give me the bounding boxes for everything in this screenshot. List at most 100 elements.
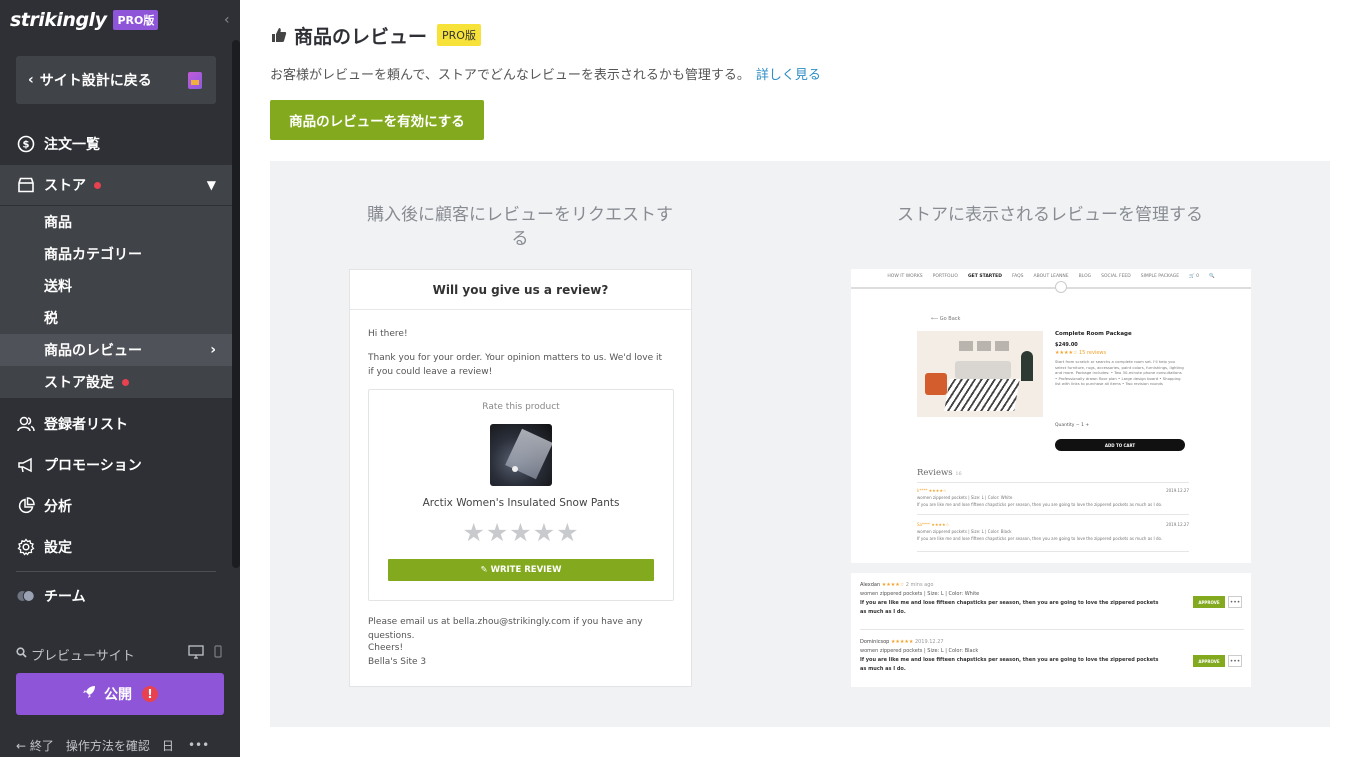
review-approval-list: Alexdan ★★★★☆ 2 mins ago women zippered … (851, 573, 1251, 687)
sidebar-item-team[interactable]: チーム (0, 576, 232, 616)
review-meta: women zippered pockets | Size: L | Color… (860, 591, 980, 597)
sidebar-item-analytics[interactable]: 分析 (0, 486, 232, 526)
publish-button[interactable]: 公開 ! (16, 673, 224, 715)
store-review-stars: k**** ★★★★☆ (917, 488, 947, 493)
store-review-date: 2019.12.27 (1166, 522, 1189, 527)
svg-text:$: $ (23, 140, 30, 151)
reviews-divider (917, 482, 1189, 483)
email-contact: Please email us at bella.zhou@strikingly… (368, 617, 643, 641)
arrow-left-icon: ← (16, 738, 27, 753)
sidebar-subitem-label: ストア設定 (44, 375, 114, 391)
add-to-cart-button: ADD TO CART (1055, 439, 1185, 451)
notification-dot (94, 181, 101, 189)
review-stars: ★★★★☆ (881, 582, 905, 588)
back-to-editor-button[interactable]: ‹ サイト設計に戻る (16, 56, 216, 104)
more-options-button[interactable]: ••• (1228, 655, 1242, 667)
preview-site-link[interactable]: プレビューサイト (16, 644, 226, 664)
sidebar-item-store[interactable]: ストア ▼ (0, 165, 232, 205)
quantity-stepper: Quantity − 1 + (1055, 423, 1090, 428)
chair (925, 373, 947, 395)
store-review-text: If you are like me and lose fifteen chap… (917, 536, 1163, 541)
approve-button[interactable]: APPROVE (1193, 596, 1225, 608)
product-image (490, 424, 552, 486)
store-nav-item: BLOG (1078, 273, 1092, 279)
store-product-description: Start from scratch or searchs a complete… (1055, 359, 1184, 386)
pending-review-row: Alexdan ★★★★☆ 2 mins ago women zippered … (860, 581, 1244, 617)
review-time: 2 mins ago (905, 582, 934, 588)
exit-link[interactable]: ← 終了 (16, 737, 54, 754)
sidebar-subitem-categories[interactable]: 商品カテゴリー (0, 238, 232, 270)
store-product-price: $249.00 (1055, 342, 1078, 348)
review-text: If you are like me and lose fifteen chap… (860, 657, 1159, 672)
brand-logo[interactable]: strikingly (10, 9, 107, 31)
pending-review-row: Dominicsop ★★★★★ 2019.12.27 women zipper… (860, 638, 1244, 674)
approve-button[interactable]: APPROVE (1193, 655, 1225, 667)
more-options-button[interactable]: ••• (1228, 596, 1242, 608)
sidebar-subitem-shipping[interactable]: 送料 (0, 270, 232, 302)
thumbs-up-icon (270, 26, 288, 44)
write-review-button[interactable]: ✎ WRITE REVIEW (388, 559, 654, 581)
warning-icon: ! (142, 686, 158, 702)
collapse-sidebar-icon[interactable]: ‹ (224, 12, 238, 28)
sidebar-item-label: ストア (44, 178, 86, 194)
gear-icon (16, 537, 36, 557)
review-stars: ★★★★★ (890, 639, 914, 645)
enable-reviews-button[interactable]: 商品のレビューを有効にする (270, 100, 484, 140)
feature-showcase-panel: 購入後に顧客にレビューをリクエストする ストアに表示されるレビューを管理する W… (270, 161, 1330, 727)
chevron-down-icon: ▼ (206, 178, 216, 192)
search-icon (16, 646, 27, 662)
store-nav-item: FAQS (1011, 273, 1024, 279)
store-header-divider (851, 287, 1251, 289)
rocket-icon (82, 685, 96, 703)
store-icon (16, 175, 36, 195)
preview-site-label: プレビューサイト (31, 648, 135, 664)
sidebar-item-label: 登録者リスト (44, 417, 128, 433)
reviewer-name: Dominicsop (860, 639, 890, 645)
sidebar-subitem-products[interactable]: 商品 (0, 206, 232, 238)
store-nav-item: SIMPLE PACKAGE (1140, 273, 1180, 279)
sidebar-item-promotion[interactable]: プロモーション (0, 445, 232, 485)
rug (944, 379, 1020, 411)
email-greeting: Hi there! (368, 329, 408, 339)
review-meta: women zippered pockets | Size: L | Color… (860, 648, 979, 654)
room-product-image (917, 331, 1043, 417)
store-review-meta: women zippered pockets | Size: L | Color… (917, 529, 1012, 534)
sidebar-item-subscribers[interactable]: 登録者リスト (0, 404, 232, 444)
megaphone-icon (16, 455, 36, 475)
store-logo (1055, 281, 1067, 293)
more-menu-icon[interactable]: ••• (188, 738, 209, 752)
store-review-stars: Sa**** ★★★★☆ (917, 522, 950, 527)
sidebar-bottom-bar: ← 終了 操作方法を確認 日 ••• (16, 736, 232, 754)
sidebar-subitem-label: 送料 (44, 279, 72, 295)
store-reviews-preview: HOW IT WORKS PORTFOLIO GET STARTED FAQS … (851, 269, 1251, 563)
app-root: strikingly PRO版 ‹ ‹ サイト設計に戻る $ 注文一覧 ストア … (0, 0, 1354, 757)
email-signature: Bella's Site 3 (368, 657, 427, 667)
mobile-icon[interactable] (214, 645, 222, 663)
sidebar-item-orders[interactable]: $ 注文一覧 (0, 124, 232, 164)
publish-label: 公開 (104, 687, 132, 703)
reviewer-name: Alexdan (860, 582, 881, 588)
store-review-meta: women zippered pockets | Size: L | Color… (917, 495, 1013, 500)
product-name: Arctix Women's Insulated Snow Pants (422, 497, 620, 509)
sidebar-subitem-store-settings[interactable]: ストア設定 (0, 366, 232, 398)
team-avatars-icon (16, 586, 36, 606)
go-back-link: ⟵ Go Back (931, 316, 961, 322)
language-switch[interactable]: 日 (162, 737, 174, 754)
help-link[interactable]: 操作方法を確認 (66, 737, 150, 754)
sidebar-item-settings[interactable]: 設定 (0, 527, 232, 567)
reviews-count: 16 (955, 471, 962, 477)
email-header: Will you give us a review? (350, 270, 691, 310)
star-rating[interactable]: ★★★★★ (369, 518, 673, 547)
description-text: お客様がレビューを頼んで、ストアでどんなレビューを表示されるかも管理する。 (270, 68, 750, 83)
sidebar-scrollbar[interactable] (232, 40, 240, 568)
sidebar-subitem-tax[interactable]: 税 (0, 302, 232, 334)
sidebar-subitem-reviews[interactable]: 商品のレビュー › (0, 334, 232, 366)
pro-badge: PRO版 (113, 10, 159, 30)
learn-more-link[interactable]: 詳しく見る (756, 68, 821, 83)
sidebar-item-label: 設定 (44, 540, 72, 556)
store-review-date: 2019.12.27 (1166, 488, 1189, 493)
pro-badge: PRO版 (437, 24, 481, 46)
sidebar-item-label: 注文一覧 (44, 137, 100, 153)
desktop-icon[interactable] (188, 645, 204, 663)
review-text: If you are like me and lose fifteen chap… (860, 600, 1159, 615)
